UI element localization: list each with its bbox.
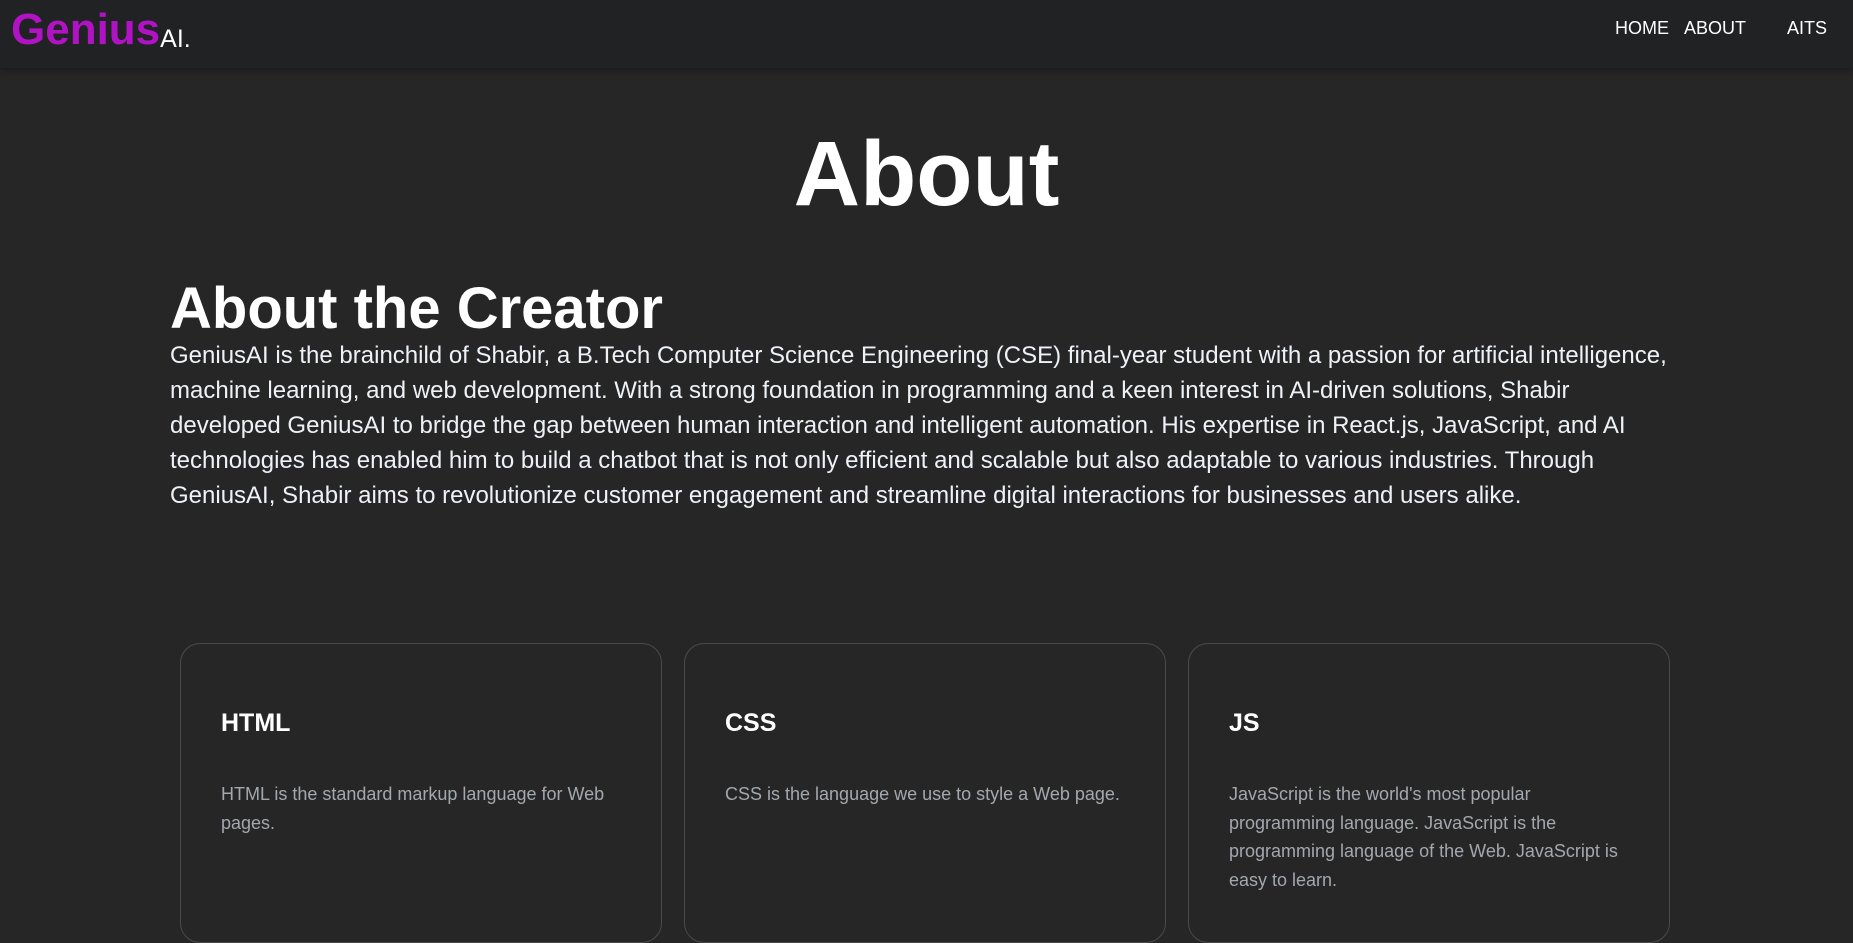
logo[interactable]: Genius AI. <box>11 0 191 58</box>
card-js: JS JavaScript is the world's most popula… <box>1188 643 1670 943</box>
nav-link-home[interactable]: HOME <box>1615 17 1669 39</box>
logo-main-text: Genius <box>11 5 161 54</box>
section-heading: About the Creator <box>170 276 663 341</box>
card-description: CSS is the language we use to style a We… <box>725 784 1120 804</box>
logo-suffix-text: AI. <box>160 25 191 53</box>
card-html: HTML HTML is the standard markup languag… <box>180 643 662 943</box>
card-description: JavaScript is the world's most popular p… <box>1229 784 1618 890</box>
card-title: CSS <box>725 709 777 737</box>
card-css: CSS CSS is the language we use to style … <box>684 643 1166 943</box>
card-title: HTML <box>221 709 291 737</box>
about-paragraph: GeniusAI is the brainchild of Shabir, a … <box>170 342 1667 509</box>
nav-link-aits[interactable]: AITS <box>1787 17 1827 39</box>
nav-link-about[interactable]: ABOUT <box>1684 17 1746 39</box>
card-title: JS <box>1229 709 1260 737</box>
navbar: Genius AI. HOME ABOUT AITS <box>0 0 1853 68</box>
card-description: HTML is the standard markup language for… <box>221 784 605 833</box>
page-title: About <box>793 123 1060 225</box>
